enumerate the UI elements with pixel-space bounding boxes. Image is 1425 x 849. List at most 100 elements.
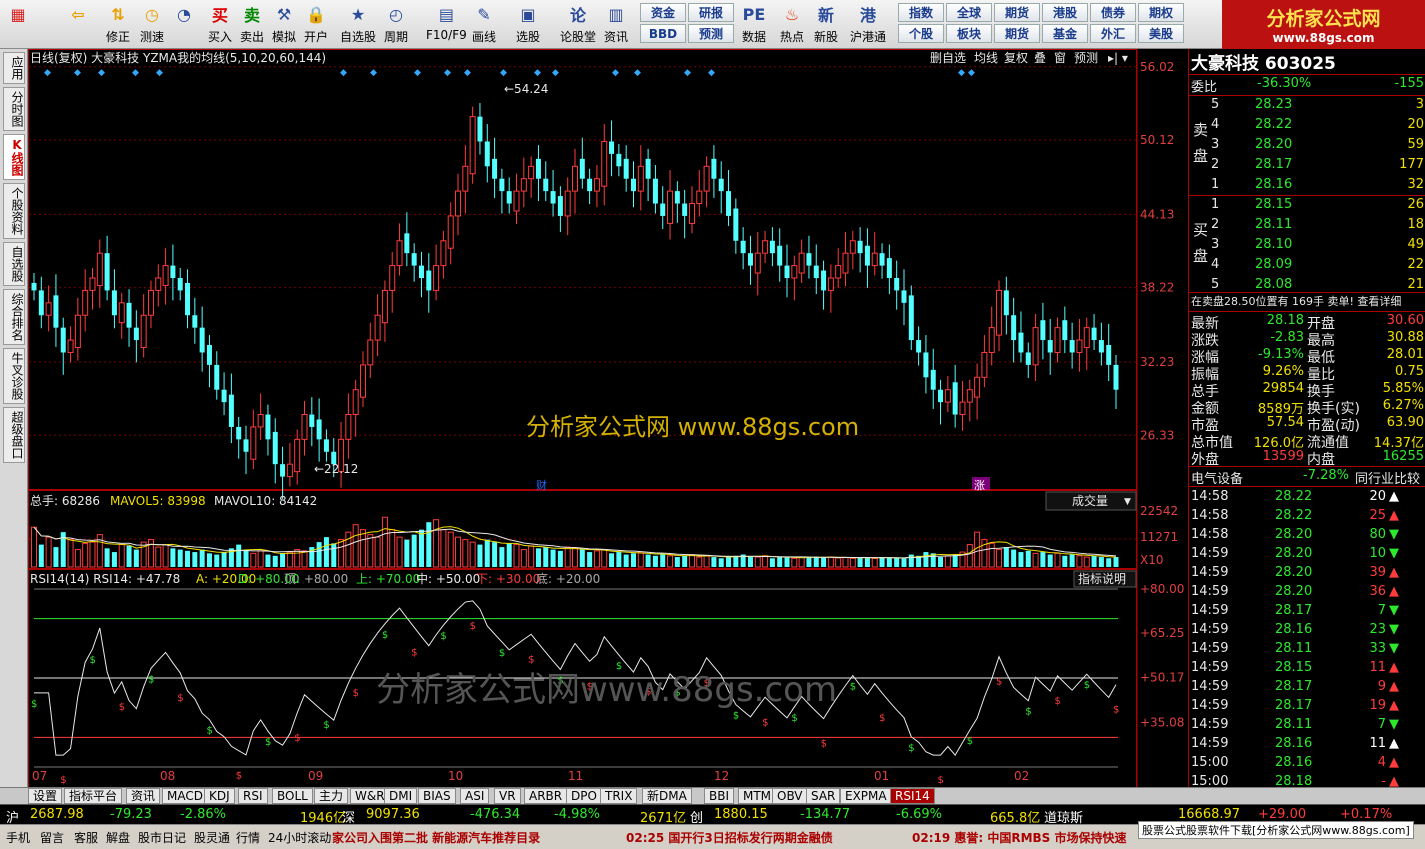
quick-link-box[interactable]: 基金 <box>1042 24 1088 43</box>
toolbar-button-19[interactable]: 港沪港通 <box>850 2 886 46</box>
toolbar-button-17[interactable]: ♨ 热点 <box>780 2 804 46</box>
quick-link-box[interactable]: 全球 <box>946 3 992 22</box>
left-tab[interactable]: K线图 <box>3 134 25 180</box>
quick-link-box[interactable]: BBD <box>640 24 686 43</box>
toolbar-button-7[interactable]: ⚒ 模拟 <box>272 2 296 46</box>
indicator-tab[interactable]: EXPMA <box>840 788 892 804</box>
indicator-tab[interactable]: BIAS <box>418 788 456 804</box>
news-ticker[interactable]: 02:19 惠誉: 中国RMBS 市场保持快速 <box>912 829 1127 846</box>
quick-link-box[interactable]: 外汇 <box>1090 24 1136 43</box>
toolbar-button-12[interactable]: ✎ 画线 <box>472 2 496 46</box>
industry-compare-button[interactable]: 同行业比较 <box>1355 468 1420 487</box>
toolbar-button-10[interactable]: ◴ 周期 <box>384 2 408 46</box>
toolbar-button-2[interactable]: ⇅ 修正 <box>106 2 130 46</box>
toolbar-button-0[interactable]: ▦ <box>6 2 30 46</box>
chart-menu-arrow-icon[interactable]: ▸| ▾ <box>1108 51 1128 65</box>
indicator-tab[interactable]: DMI <box>384 788 418 804</box>
quick-link-box[interactable]: 指数 <box>898 3 944 22</box>
toolbar-button-3[interactable]: ◷ 测速 <box>140 2 164 46</box>
indicator-tab[interactable]: RSI14 <box>890 788 935 804</box>
document-f10-icon: ▤ <box>438 4 454 24</box>
chart-menu-item[interactable]: 窗 <box>1054 51 1066 65</box>
indicator-tab[interactable]: 指标平台 <box>64 788 123 804</box>
indicator-tab[interactable]: 主力 <box>314 788 349 804</box>
chart-menu-item[interactable]: 叠 <box>1034 51 1046 65</box>
chart-menu-item[interactable]: 均线 <box>974 51 998 65</box>
industry-name[interactable]: 电气设备 <box>1191 468 1243 487</box>
left-tab[interactable]: 牛叉诊股 <box>3 348 25 404</box>
quick-link-box[interactable]: 港股 <box>1042 3 1088 22</box>
indicator-tab[interactable]: DPO <box>566 788 602 804</box>
indicator-tab[interactable]: VR <box>494 788 521 804</box>
candle-body-down <box>747 253 753 266</box>
candle-body-down <box>309 414 315 427</box>
left-view-tabs: 应用分时图 K线图个股资料自选股综合排名牛叉诊股超级盘口 <box>0 49 28 791</box>
indicator-tab[interactable]: BBI <box>704 788 735 804</box>
left-tab[interactable]: 超级盘口 <box>3 407 25 463</box>
chart-menu-item[interactable]: 预测 <box>1074 51 1098 65</box>
indicator-tab[interactable]: MACD <box>162 788 208 804</box>
quick-link-box[interactable]: 研报 <box>688 3 734 22</box>
quick-link-box[interactable]: 美股 <box>1138 24 1184 43</box>
toolbar-button-9[interactable]: ★ 自选股 <box>340 2 376 46</box>
toolbar-button-16[interactable]: PE 数据 <box>742 2 766 46</box>
indicator-tab[interactable]: ARBR <box>524 788 568 804</box>
quick-link-box[interactable]: 债券 <box>1090 3 1136 22</box>
quick-link-box[interactable]: 个股 <box>898 24 944 43</box>
indicator-tab[interactable]: KDJ <box>204 788 235 804</box>
toolbar-button-1[interactable]: ⇦ <box>66 2 90 46</box>
indicator-tab[interactable]: 资讯 <box>126 788 161 804</box>
indicator-tab[interactable]: ASI <box>460 788 490 804</box>
status-item[interactable]: 24小时滚动 <box>268 829 331 846</box>
left-tab[interactable]: 个股资料 <box>3 183 25 239</box>
candle-body-down <box>243 439 249 452</box>
candle-body-down <box>864 245 870 266</box>
indicator-tab[interactable]: 设置 <box>28 788 63 804</box>
indicator-tab[interactable]: TRIX <box>600 788 638 804</box>
toolbar-button-18[interactable]: 新新股 <box>814 2 838 46</box>
chart-menu-item[interactable]: 删自选 <box>930 51 966 65</box>
status-item[interactable]: 手机 <box>6 829 30 846</box>
index-sh_val: 2687.98 <box>30 807 84 822</box>
indicator-tab[interactable]: BOLL <box>272 788 313 804</box>
toolbar-button-13[interactable]: ▣ 选股 <box>516 2 540 46</box>
quick-link-box[interactable]: 预测 <box>688 24 734 43</box>
status-item[interactable]: 股灵通 <box>194 829 230 846</box>
indicator-tab[interactable]: RSI <box>238 788 268 804</box>
indicator-tab[interactable]: 新DMA <box>642 788 692 804</box>
left-tab[interactable]: 应用 <box>3 52 25 84</box>
toolbar-button-14[interactable]: 论论股堂 <box>560 2 596 46</box>
left-tab[interactable]: 综合排名 <box>3 289 25 345</box>
toolbar-button-4[interactable]: ◔ <box>172 2 196 46</box>
indicator-tab[interactable]: OBV <box>772 788 808 804</box>
indicator-tab[interactable]: SAR <box>806 788 841 804</box>
chart-menu-item[interactable]: 复权 <box>1004 51 1028 65</box>
quick-link-box[interactable]: 期权 <box>1138 3 1184 22</box>
toolbar-button-5[interactable]: 买买入 <box>208 2 232 46</box>
quick-link-box[interactable]: 期货 <box>994 3 1040 22</box>
status-item[interactable]: 客服 <box>74 829 98 846</box>
tick-direction-icon: ▼ <box>1389 546 1399 561</box>
ad-link[interactable]: 股票公式股票软件下载[分析家公式网www.88gs.com] <box>1138 821 1414 839</box>
candle-body-up <box>988 327 995 353</box>
left-tab[interactable]: 自选股 <box>3 242 25 286</box>
toolbar-button-15[interactable]: ▥ 资讯 <box>604 2 628 46</box>
status-item[interactable]: 解盘 <box>106 829 130 846</box>
toolbar-button-6[interactable]: 卖卖出 <box>240 2 264 46</box>
news-ticker[interactable]: 02:25 国开行3日招标发行两期金融债 <box>626 829 833 846</box>
indicator-tab[interactable]: MTM <box>738 788 777 804</box>
order-note[interactable]: 在卖盘28.50位置有 169手 卖单! 查看详细 <box>1191 293 1401 309</box>
status-item[interactable]: 留言 <box>40 829 64 846</box>
status-item[interactable]: 行情 <box>236 829 260 846</box>
quick-link-box[interactable]: 板块 <box>946 24 992 43</box>
tick-time: 14:59 <box>1191 641 1229 656</box>
volume-bar-up <box>440 529 447 568</box>
news-ticker[interactable]: 家公司入围第二批 新能源汽车推荐目录 <box>332 829 540 846</box>
left-tab[interactable]: 分时图 <box>3 87 25 131</box>
status-item[interactable]: 股市日记 <box>138 829 186 846</box>
tick-direction-icon: ▲ <box>1389 565 1399 580</box>
quick-link-box[interactable]: 期货 <box>994 24 1040 43</box>
quick-link-box[interactable]: 资金 <box>640 3 686 22</box>
toolbar-button-11[interactable]: ▤ F10/F9 <box>426 2 467 46</box>
toolbar-button-8[interactable]: 🔒 开户 <box>304 2 328 46</box>
